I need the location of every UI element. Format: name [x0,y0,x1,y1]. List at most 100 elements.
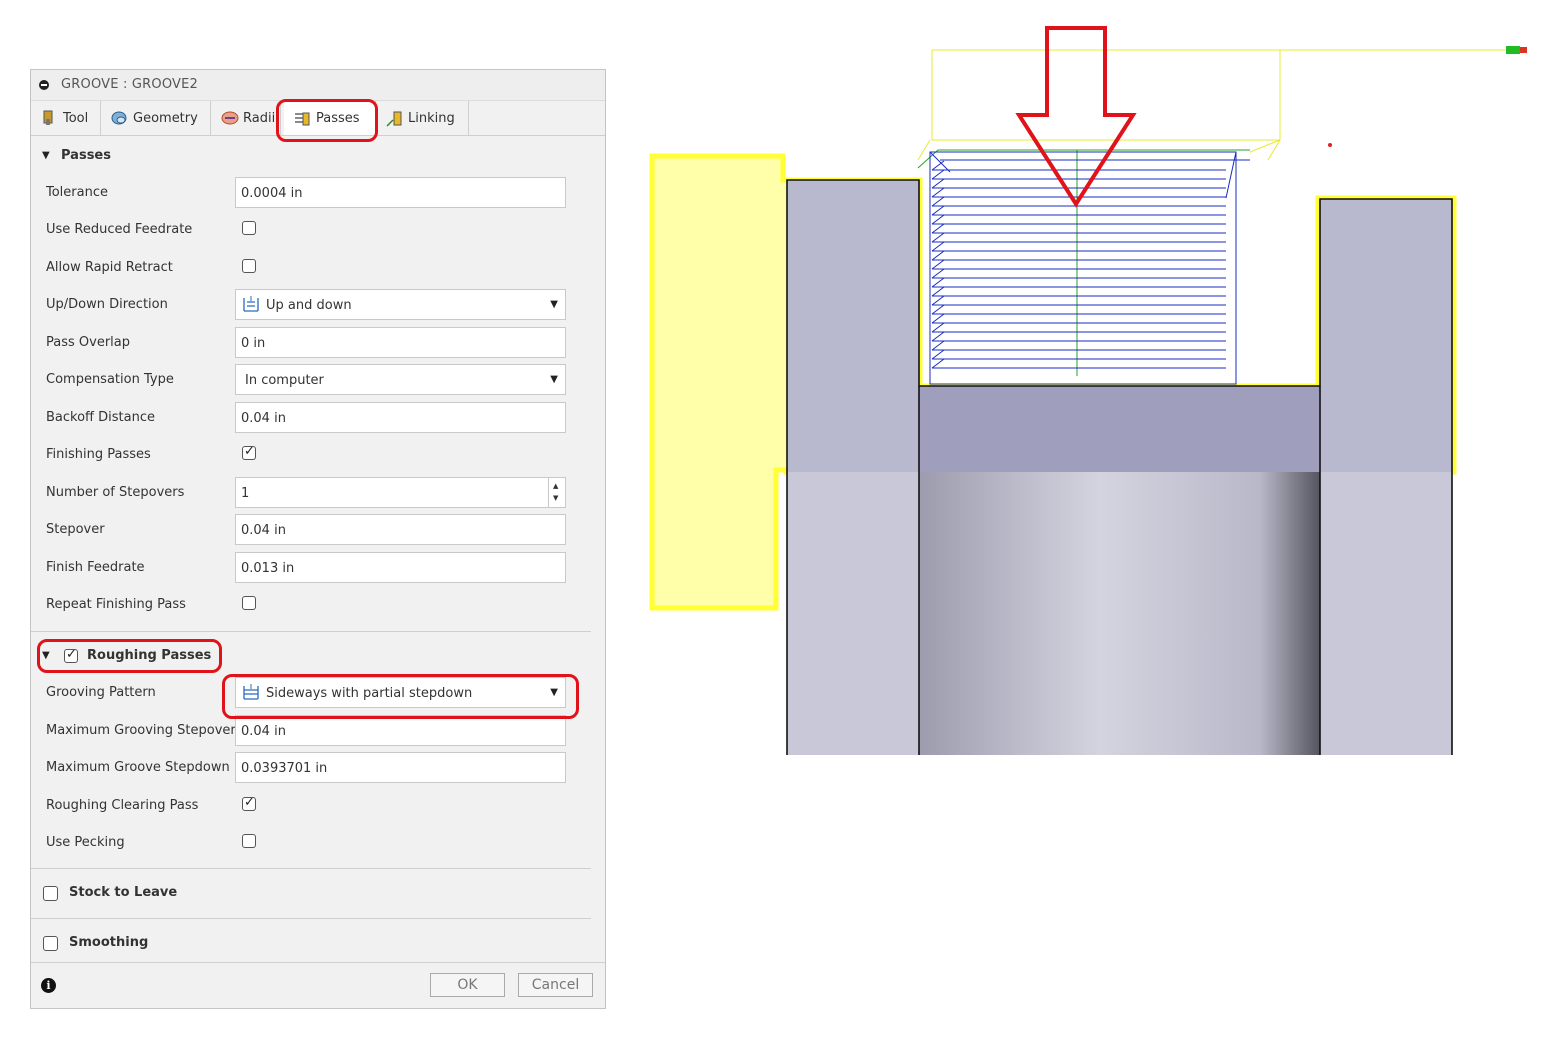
stepover-input[interactable]: 0.04 in [235,514,566,545]
pass-link-line [931,178,945,189]
roughing-clearing-pass-row: Roughing Clearing Pass [31,787,605,824]
allow-rapid-retract-label: Allow Rapid Retract [46,260,173,275]
pass-link-line [931,169,945,180]
section-title: Stock to Leave [69,885,178,900]
pass-link-line [931,358,945,369]
up-down-direction-select[interactable]: Up and down ▼ [235,289,566,320]
up-down-pattern-icon [241,295,261,315]
bore-surface [919,472,1320,755]
collapse-arrow-icon: ▼ [42,150,50,161]
roughing-clearing-pass-label: Roughing Clearing Pass [46,798,199,813]
collapse-icon[interactable] [39,80,49,90]
annotation-arrow [1015,26,1137,208]
repeat-finishing-pass-checkbox[interactable] [242,596,256,610]
up-down-direction-value: Up and down [266,298,352,313]
pass-link-line [931,340,945,351]
radii-icon [221,110,239,126]
toolpath-viewport[interactable] [640,20,1540,760]
highlight-roughing-passes [37,639,222,673]
smoothing-checkbox[interactable] [43,936,58,951]
spin-up-icon[interactable]: ▲ [553,482,558,490]
dialog-footer: i OK Cancel [31,962,605,1008]
pass-link-line [931,241,945,252]
lead-paths [917,149,1250,376]
pass-link-line [931,268,945,279]
dialog-title: GROOVE : GROOVE2 [61,77,199,92]
use-reduced-feedrate-label: Use Reduced Feedrate [46,222,193,237]
compensation-type-select[interactable]: In computer ▼ [235,364,566,395]
pass-link-line [931,304,945,315]
tab-label: Tool [63,110,89,126]
pass-link-line [931,205,945,216]
stepover-row: Stepover 0.04 in [31,511,605,548]
number-of-stepovers-value: 1 [241,486,250,501]
pass-link-line [931,223,945,234]
tab-tool[interactable]: Tool [31,101,101,135]
roughing-clearing-pass-checkbox[interactable] [242,795,256,811]
pass-overlap-input[interactable]: 0 in [235,327,566,358]
use-reduced-feedrate-row: Use Reduced Feedrate [31,211,605,248]
max-groove-stepdown-row: Maximum Groove Stepdown 0.0393701 in [31,749,605,786]
up-down-direction-label: Up/Down Direction [46,297,168,312]
linking-icon [386,110,402,127]
number-of-stepovers-input[interactable]: 1 ▲ ▼ [235,477,566,508]
highlight-grooving-pattern [222,674,579,719]
highlight-passes-tab [276,99,378,142]
compensation-type-row: Compensation Type In computer ▼ [31,361,605,398]
geometry-icon [111,110,127,126]
pass-link-line [931,277,945,288]
pass-link-line [931,214,945,225]
section-title: Smoothing [69,935,149,950]
stepper-spinner[interactable]: ▲ ▼ [548,478,565,507]
part-right-wall-lower [1320,472,1452,755]
pass-link-line [931,250,945,261]
ok-button[interactable]: OK [430,973,505,997]
backoff-distance-input[interactable]: 0.04 in [235,402,566,433]
pass-overlap-label: Pass Overlap [46,335,130,350]
smoothing-section[interactable]: Smoothing [31,924,605,962]
tab-radii[interactable]: Radii [211,101,281,135]
max-grooving-stepover-input[interactable]: 0.04 in [235,715,566,746]
tab-label: Linking [408,110,455,126]
use-reduced-feedrate-checkbox[interactable] [242,221,256,235]
tab-label: Radii [243,110,276,126]
part-right-wall-upper [1320,199,1452,472]
number-of-stepovers-row: Number of Stepovers 1 ▲ ▼ [31,474,605,511]
max-groove-stepdown-input[interactable]: 0.0393701 in [235,752,566,783]
finish-feedrate-row: Finish Feedrate 0.013 in [31,549,605,586]
section-divider [31,631,591,632]
passes-section-header[interactable]: ▼ Passes [31,137,605,175]
repeat-finishing-pass-label: Repeat Finishing Pass [46,597,186,612]
tool-end-marker [1506,46,1527,54]
toolpath-graphic [649,26,1527,755]
use-pecking-checkbox[interactable] [242,834,256,848]
grooving-pattern-label: Grooving Pattern [46,685,156,700]
part-left-wall-lower [787,472,919,755]
backoff-distance-label: Backoff Distance [46,410,155,425]
tab-geometry[interactable]: Geometry [101,101,211,135]
pass-link-line [931,313,945,324]
repeat-finishing-pass-row: Repeat Finishing Pass [31,586,605,623]
spin-down-icon[interactable]: ▼ [553,494,558,502]
pass-link-line [931,286,945,297]
max-grooving-stepover-label: Maximum Grooving Stepover [46,723,236,738]
use-pecking-label: Use Pecking [46,835,125,850]
cancel-button[interactable]: Cancel [518,973,593,997]
pass-link-line [931,232,945,243]
number-of-stepovers-label: Number of Stepovers [46,485,185,500]
pass-link-line [931,322,945,333]
compensation-type-value: In computer [245,373,324,388]
info-icon[interactable]: i [41,978,56,993]
stock-to-leave-section[interactable]: Stock to Leave [31,874,605,912]
finishing-passes-checkbox[interactable] [242,444,256,460]
stock-to-leave-checkbox[interactable] [43,886,58,901]
finishing-passes-row: Finishing Passes [31,436,605,473]
pass-link-line [931,196,945,207]
finish-feedrate-input[interactable]: 0.013 in [235,552,566,583]
part-left-wall-upper [787,180,919,472]
backoff-distance-row: Backoff Distance 0.04 in [31,399,605,436]
tolerance-label: Tolerance [46,185,108,200]
tolerance-input[interactable]: 0.0004 in [235,177,566,208]
tab-linking[interactable]: Linking [376,101,469,135]
allow-rapid-retract-checkbox[interactable] [242,259,256,273]
